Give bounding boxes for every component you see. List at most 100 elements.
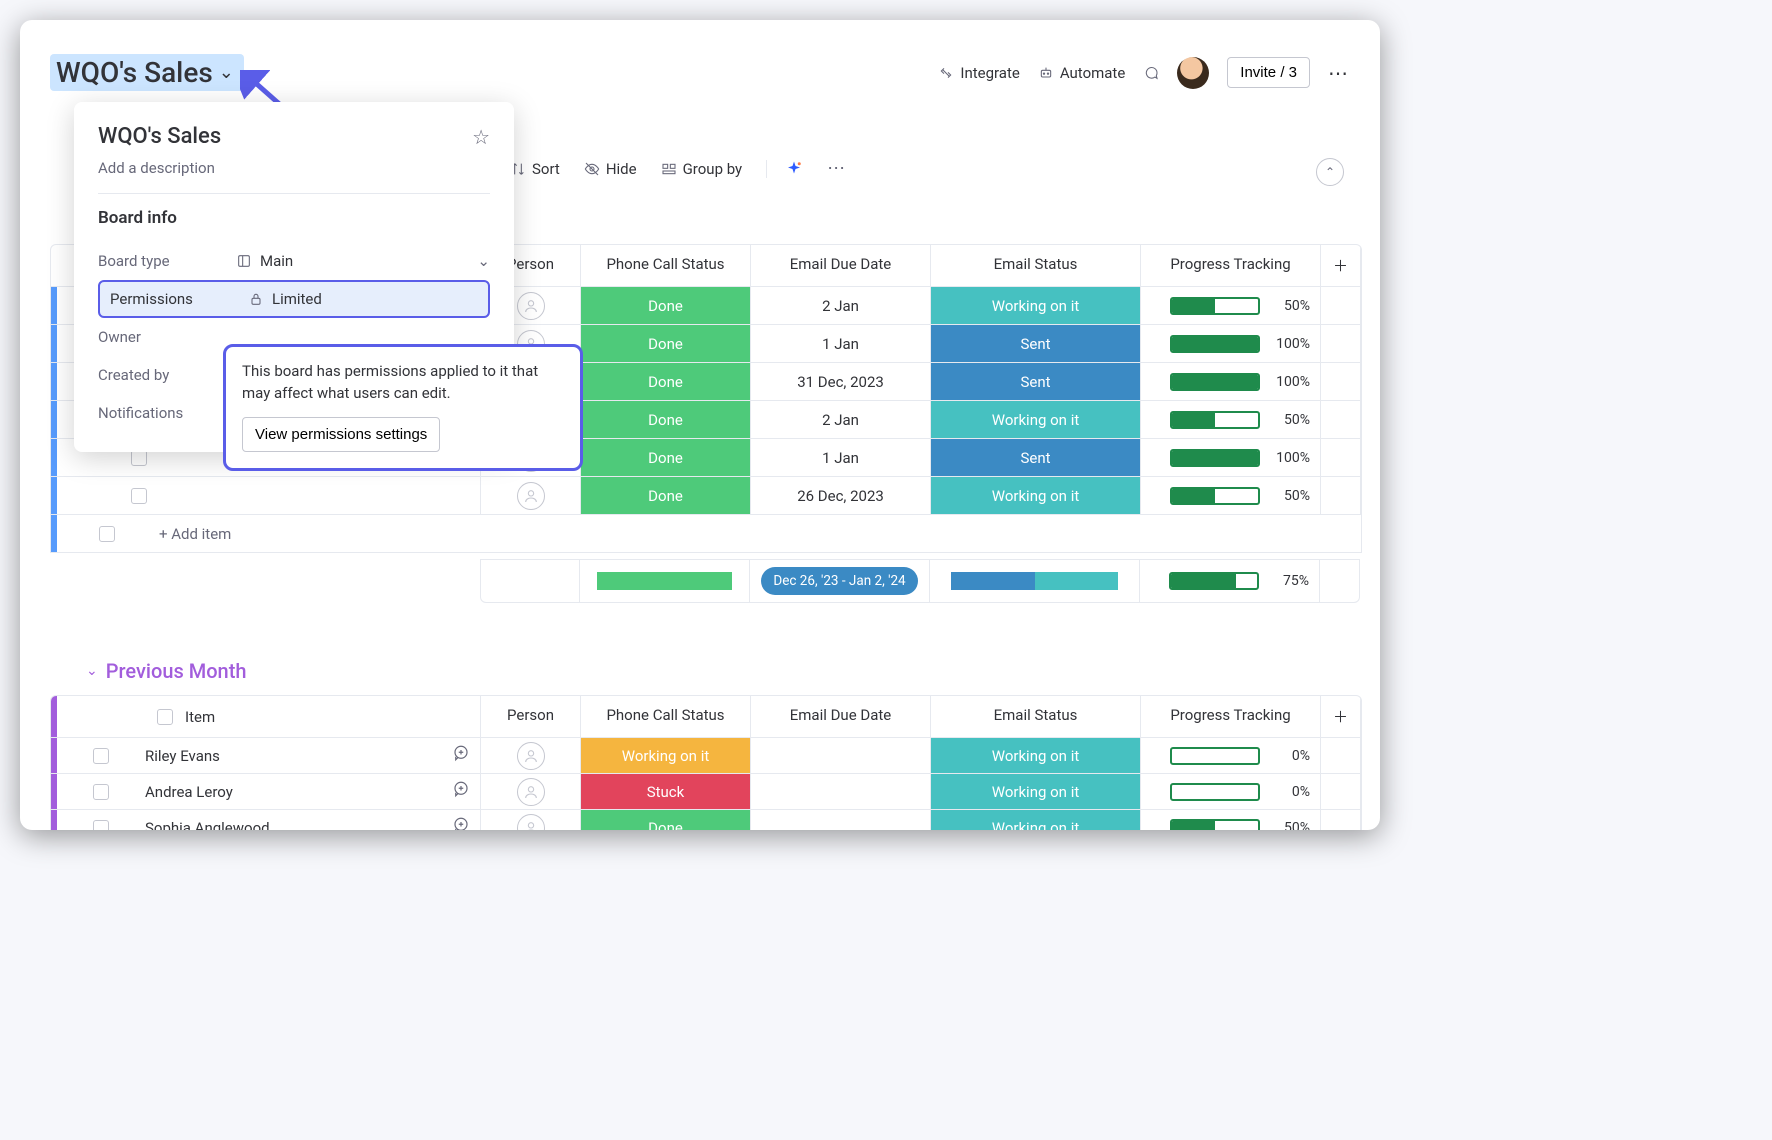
column-email-status[interactable]: Email Status	[931, 245, 1141, 286]
column-email-status[interactable]: Email Status	[931, 696, 1141, 737]
cell-progress[interactable]: 50%	[1141, 477, 1321, 514]
cell-email-status[interactable]: Working on it	[931, 738, 1141, 773]
row-checkbox[interactable]	[93, 784, 109, 800]
column-email-due[interactable]: Email Due Date	[751, 245, 931, 286]
avatar[interactable]	[1177, 57, 1209, 89]
chevron-down-icon: ⌄	[477, 252, 490, 270]
cell-progress[interactable]: 50%	[1141, 287, 1321, 324]
summary-daterange: Dec 26, '23 - Jan 2, '24	[750, 559, 930, 603]
cell-email-status[interactable]: Working on it	[931, 477, 1141, 514]
toolbar-more-button[interactable]: ⋯	[827, 158, 847, 179]
cell-progress[interactable]: 50%	[1141, 401, 1321, 438]
cell-person[interactable]	[481, 477, 581, 514]
cell-person[interactable]	[481, 774, 581, 809]
chat-button[interactable]	[1143, 65, 1159, 81]
row-checkbox[interactable]	[99, 526, 115, 542]
board-type-row[interactable]: Board type Main ⌄	[98, 242, 490, 280]
lock-icon	[248, 291, 264, 307]
board-title-dropdown[interactable]: WQO's Sales ⌄	[50, 54, 244, 91]
group-title-label: Previous Month	[106, 659, 247, 683]
cell-email-status[interactable]: Working on it	[931, 287, 1141, 324]
cell-progress[interactable]: 100%	[1141, 325, 1321, 362]
invite-button[interactable]: Invite / 3	[1227, 57, 1310, 88]
collapse-toolbar-button[interactable]: ⌃	[1316, 158, 1344, 186]
add-comment-button[interactable]	[452, 744, 470, 767]
group-summary-row: Dec 26, '23 - Jan 2, '24 75%	[50, 559, 1362, 603]
column-progress[interactable]: Progress Tracking	[1141, 696, 1321, 737]
cell-item[interactable]: Riley Evans	[51, 738, 481, 773]
view-permissions-button[interactable]: View permissions settings	[242, 417, 440, 452]
cell-due-date[interactable]	[751, 738, 931, 773]
add-item-row[interactable]: + Add item	[50, 515, 1362, 553]
cell-phone-status[interactable]: Done	[581, 477, 751, 514]
description-input[interactable]: Add a description	[98, 159, 490, 177]
group-color-strip	[51, 287, 57, 324]
cell-email-status[interactable]: Working on it	[931, 774, 1141, 809]
groupby-button[interactable]: Group by	[661, 160, 743, 178]
column-phone-status[interactable]: Phone Call Status	[581, 696, 751, 737]
table-row[interactable]: Andrea Leroy Stuck Working on it 0%	[50, 774, 1362, 810]
cell-phone-status[interactable]: Stuck	[581, 774, 751, 809]
group-previous-month-toggle[interactable]: ⌄ Previous Month	[86, 659, 1362, 683]
person-icon	[517, 292, 545, 320]
cell-progress[interactable]: 0%	[1141, 774, 1321, 809]
column-person[interactable]: Person	[481, 696, 581, 737]
hide-button[interactable]: Hide	[584, 160, 637, 178]
row-checkbox[interactable]	[93, 748, 109, 764]
cell-due-date[interactable]: 31 Dec, 2023	[751, 363, 931, 400]
cell-due-date[interactable]	[751, 810, 931, 830]
permissions-row[interactable]: Permissions Limited	[98, 280, 490, 318]
column-email-due[interactable]: Email Due Date	[751, 696, 931, 737]
cell-phone-status[interactable]: Done	[581, 810, 751, 830]
row-checkbox[interactable]	[131, 488, 147, 504]
cell-phone-status[interactable]: Done	[581, 401, 751, 438]
sparkle-button[interactable]	[766, 160, 803, 178]
person-icon	[517, 814, 545, 831]
cell-person[interactable]	[481, 810, 581, 830]
group-color-strip	[51, 363, 57, 400]
cell-progress[interactable]: 100%	[1141, 439, 1321, 476]
cell-due-date[interactable]: 26 Dec, 2023	[751, 477, 931, 514]
cell-due-date[interactable]: 1 Jan	[751, 439, 931, 476]
cell-item[interactable]: Andrea Leroy	[51, 774, 481, 809]
add-comment-button[interactable]	[452, 816, 470, 830]
select-all-checkbox[interactable]	[157, 709, 173, 725]
column-progress[interactable]: Progress Tracking	[1141, 245, 1321, 286]
automate-button[interactable]: Automate	[1038, 64, 1125, 82]
column-item[interactable]: Item	[51, 696, 481, 737]
cell-email-status[interactable]: Sent	[931, 363, 1141, 400]
table-row[interactable]: Sophia Anglewood Done Working on it 50%	[50, 810, 1362, 830]
row-checkbox[interactable]	[93, 820, 109, 831]
cell-phone-status[interactable]: Done	[581, 439, 751, 476]
integrate-button[interactable]: Integrate	[938, 64, 1019, 82]
cell-phone-status[interactable]: Done	[581, 287, 751, 324]
cell-phone-status[interactable]: Working on it	[581, 738, 751, 773]
cell-progress[interactable]: 0%	[1141, 738, 1321, 773]
sort-button[interactable]: Sort	[510, 160, 560, 178]
cell-due-date[interactable]: 2 Jan	[751, 287, 931, 324]
cell-item[interactable]: Sophia Anglewood	[51, 810, 481, 830]
cell-item[interactable]	[51, 477, 481, 514]
cell-email-status[interactable]: Sent	[931, 325, 1141, 362]
cell-progress[interactable]: 50%	[1141, 810, 1321, 830]
cell-due-date[interactable]	[751, 774, 931, 809]
cell-email-status[interactable]: Sent	[931, 439, 1141, 476]
cell-person[interactable]	[481, 738, 581, 773]
add-column-button[interactable]: ＋	[1321, 696, 1361, 737]
cell-email-status[interactable]: Working on it	[931, 401, 1141, 438]
eye-off-icon	[584, 161, 600, 177]
cell-email-status[interactable]: Working on it	[931, 810, 1141, 830]
more-menu-button[interactable]: ⋯	[1328, 61, 1350, 85]
table-row[interactable]: Done 26 Dec, 2023 Working on it 50%	[50, 477, 1362, 515]
cell-phone-status[interactable]: Done	[581, 363, 751, 400]
add-comment-button[interactable]	[452, 780, 470, 803]
cell-phone-status[interactable]: Done	[581, 325, 751, 362]
tooltip-text: This board has permissions applied to it…	[242, 361, 564, 405]
favorite-button[interactable]: ☆	[472, 125, 490, 149]
cell-due-date[interactable]: 1 Jan	[751, 325, 931, 362]
add-column-button[interactable]: ＋	[1321, 245, 1361, 286]
column-phone-status[interactable]: Phone Call Status	[581, 245, 751, 286]
table-row[interactable]: Riley Evans Working on it Working on it …	[50, 738, 1362, 774]
cell-progress[interactable]: 100%	[1141, 363, 1321, 400]
cell-due-date[interactable]: 2 Jan	[751, 401, 931, 438]
